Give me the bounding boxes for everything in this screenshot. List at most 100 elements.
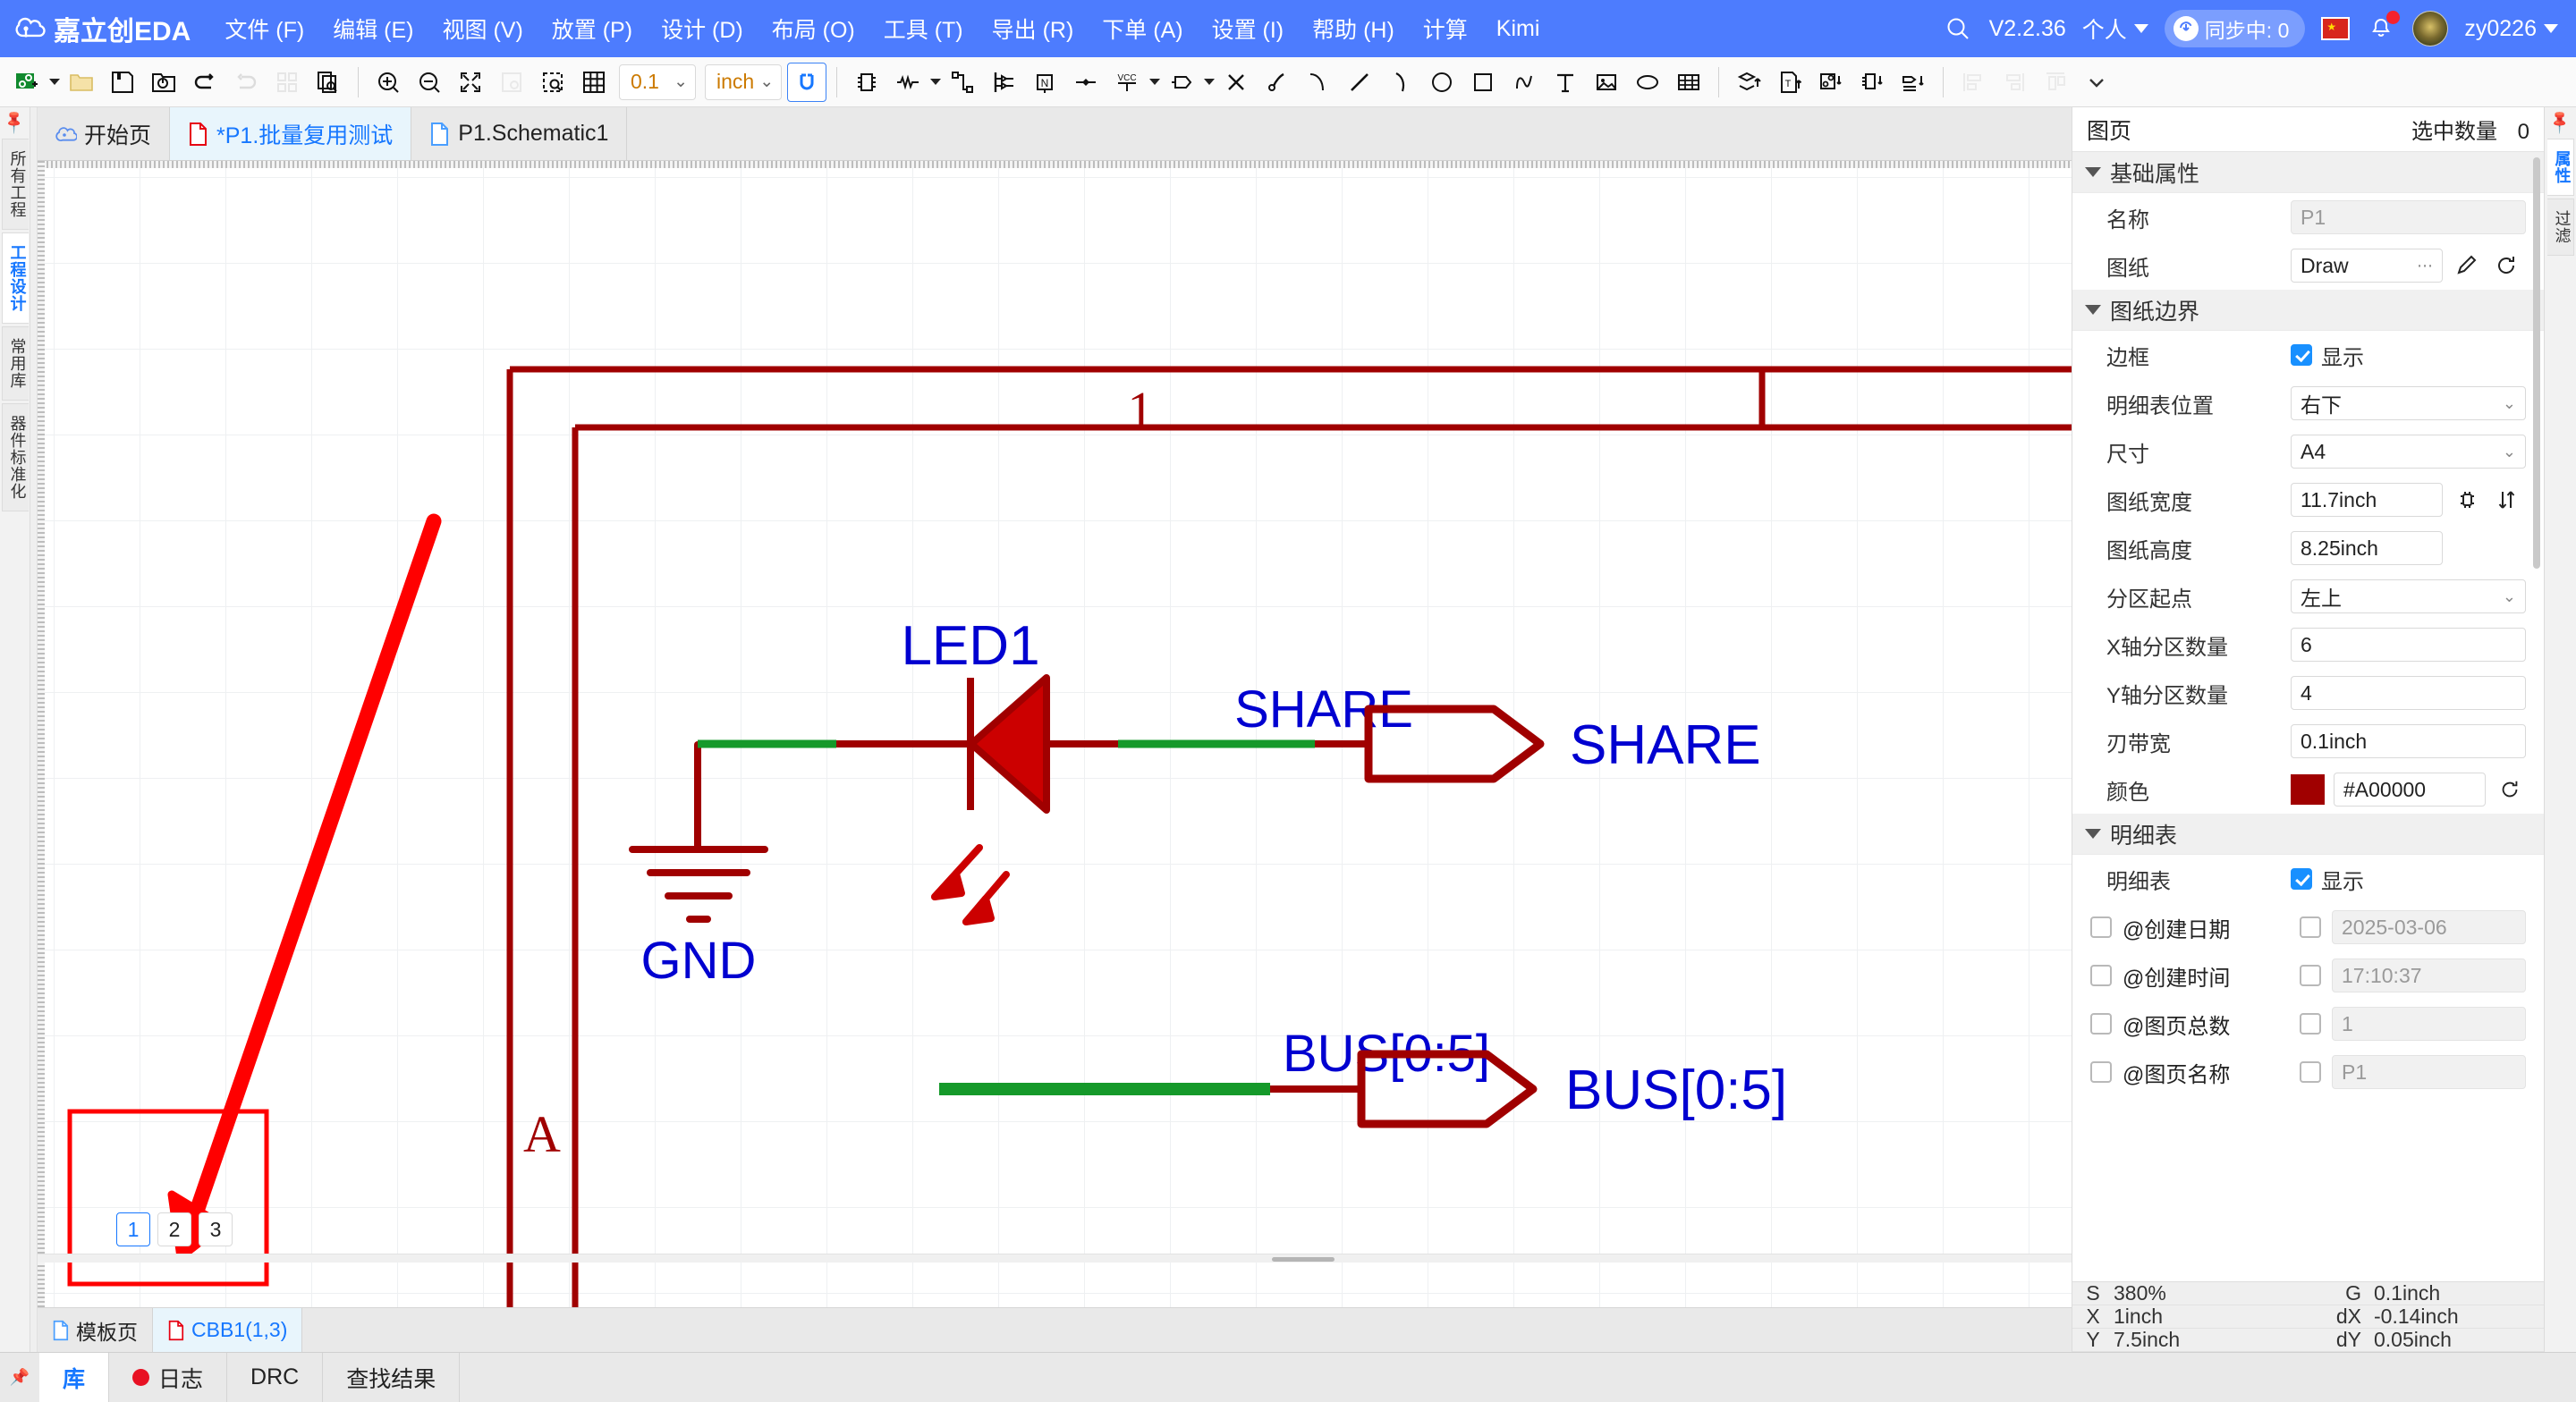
- detail-row-value-input[interactable]: P1: [2332, 1055, 2526, 1089]
- undo-icon[interactable]: [185, 63, 225, 102]
- brand[interactable]: 嘉立创EDA: [13, 9, 191, 48]
- sidebar-item-project-design[interactable]: 工程设计: [1, 232, 29, 324]
- netport-dropdown-icon[interactable]: [1204, 79, 1216, 85]
- menu-view[interactable]: 视图 (V): [428, 7, 538, 50]
- horizontal-scroll-thumb[interactable]: [1272, 1257, 1335, 1262]
- page-tab-cbb1[interactable]: CBB1(1,3): [153, 1308, 303, 1352]
- detail-row-right-checkbox[interactable]: [2300, 1061, 2321, 1083]
- account-type-selector[interactable]: 个人: [2082, 13, 2148, 45]
- section-sheet-border[interactable]: 图纸边界: [2072, 290, 2544, 331]
- page-search-icon[interactable]: [309, 63, 348, 102]
- refresh-icon[interactable]: [2491, 250, 2521, 281]
- zone-origin-select[interactable]: 左上 ⌄: [2291, 579, 2526, 613]
- bottom-tab-drc[interactable]: DRC: [227, 1353, 324, 1402]
- menu-help[interactable]: 帮助 (H): [1298, 7, 1409, 50]
- netport-icon[interactable]: [1162, 63, 1201, 102]
- fit-screen-icon[interactable]: [451, 63, 490, 102]
- menu-design[interactable]: 设计 (D): [647, 7, 758, 50]
- avatar[interactable]: [2412, 11, 2449, 46]
- detail-row-right-checkbox[interactable]: [2300, 916, 2321, 938]
- detail-row-left-checkbox[interactable]: [2090, 1013, 2112, 1035]
- select-area-icon[interactable]: [533, 63, 572, 102]
- rect-icon[interactable]: [1463, 63, 1503, 102]
- user-menu[interactable]: zy0226: [2464, 16, 2558, 42]
- curve-icon[interactable]: [1381, 63, 1420, 102]
- sheet-height-input[interactable]: 8.25inch: [2291, 531, 2443, 565]
- bus-entry-icon[interactable]: [984, 63, 1023, 102]
- horizontal-scrollbar[interactable]: [38, 1254, 2072, 1263]
- more-icon[interactable]: [2077, 63, 2116, 102]
- component-icon[interactable]: [847, 63, 886, 102]
- resistor-icon[interactable]: [888, 63, 928, 102]
- pin-icon[interactable]: 📌: [2546, 108, 2574, 136]
- detail-row-left-checkbox[interactable]: [2090, 916, 2112, 938]
- sheet-size-select[interactable]: A4 ⌄: [2291, 435, 2526, 469]
- x-zone-count-input[interactable]: 6: [2291, 628, 2526, 662]
- tab-start-page[interactable]: 开始页: [38, 107, 171, 160]
- resistor-dropdown-icon[interactable]: [930, 79, 942, 85]
- unit-select[interactable]: inch ⌄: [705, 63, 783, 100]
- menu-calc[interactable]: 计算: [1409, 7, 1482, 50]
- vcc-icon[interactable]: VCC: [1107, 63, 1147, 102]
- page-button-2[interactable]: 2: [157, 1212, 191, 1246]
- junction-icon[interactable]: [1066, 63, 1106, 102]
- notification-bell-icon[interactable]: [2366, 11, 2401, 44]
- lock-aspect-icon[interactable]: [2452, 485, 2482, 515]
- zoom-in-icon[interactable]: [369, 63, 408, 102]
- page-tab-template[interactable]: 模板页: [38, 1308, 153, 1352]
- detail-row-right-checkbox[interactable]: [2300, 965, 2321, 986]
- spline-icon[interactable]: [1504, 63, 1544, 102]
- update-text-icon[interactable]: T: [1770, 63, 1809, 102]
- refresh-icon[interactable]: [2495, 774, 2525, 805]
- properties-body[interactable]: 基础属性 名称 P1 图纸 Draw ⋯ 图纸边界 边框 显示 明细表位置 右下…: [2072, 152, 2544, 1281]
- menu-export[interactable]: 导出 (R): [978, 7, 1089, 50]
- grid-toggle-icon[interactable]: [574, 63, 614, 102]
- save-icon[interactable]: [103, 63, 142, 102]
- netlabel-icon[interactable]: N: [1025, 63, 1064, 102]
- update-component-icon[interactable]: [1852, 63, 1892, 102]
- properties-scrollbar[interactable]: [2533, 157, 2540, 569]
- pin-icon[interactable]: 📌: [1, 108, 29, 136]
- update-symbol-icon[interactable]: [1811, 63, 1851, 102]
- probe-icon[interactable]: [1258, 63, 1297, 102]
- new-project-icon[interactable]: [7, 63, 47, 102]
- flip-layer-icon[interactable]: [1729, 63, 1768, 102]
- ellipse-icon[interactable]: [1628, 63, 1667, 102]
- detail-row-value-input[interactable]: 1: [2332, 1007, 2526, 1041]
- circle-icon[interactable]: [1422, 63, 1462, 102]
- open-folder-icon[interactable]: [62, 63, 101, 102]
- bottom-tab-search-results[interactable]: 查找结果: [323, 1353, 461, 1402]
- tab-p1-schematic1[interactable]: P1.Schematic1: [411, 107, 628, 160]
- china-flag-icon[interactable]: ★: [2321, 17, 2351, 40]
- text-icon[interactable]: [1546, 63, 1585, 102]
- image-icon[interactable]: [1587, 63, 1626, 102]
- color-hex-input[interactable]: #A00000: [2334, 773, 2486, 807]
- wire-icon[interactable]: [943, 63, 982, 102]
- save-as-icon[interactable]: [144, 63, 183, 102]
- menu-place[interactable]: 放置 (P): [538, 7, 647, 50]
- right-rail-tab-filter[interactable]: 过滤: [2546, 198, 2574, 256]
- section-detail-table[interactable]: 明细表: [2072, 814, 2544, 855]
- vcc-dropdown-icon[interactable]: [1149, 79, 1161, 85]
- drawing-select[interactable]: Draw ⋯: [2291, 249, 2443, 283]
- band-width-input[interactable]: 0.1inch: [2291, 724, 2526, 758]
- detail-row-left-checkbox[interactable]: [2090, 1061, 2112, 1083]
- left-panel-resize-handle[interactable]: [30, 107, 38, 1352]
- bottom-tab-log[interactable]: 日志: [109, 1353, 228, 1402]
- detail-show-checkbox[interactable]: [2291, 868, 2312, 890]
- border-show-checkbox[interactable]: [2291, 344, 2312, 366]
- color-swatch[interactable]: [2291, 774, 2325, 805]
- tab-p1-batch-reuse-test[interactable]: *P1.批量复用测试: [170, 107, 412, 160]
- update-netport-icon[interactable]: [1894, 63, 1933, 102]
- schematic-canvas[interactable]: 1 A GND LED1 SHARE SHARE BUS[0:5] BUS[0:…: [45, 168, 2072, 1307]
- grid-size-select[interactable]: 0.1 ⌄: [619, 63, 696, 100]
- sidebar-item-component-standardization[interactable]: 器件标准化: [1, 403, 29, 511]
- page-button-3[interactable]: 3: [199, 1212, 233, 1246]
- sheet-width-input[interactable]: 11.7inch: [2291, 483, 2443, 517]
- detail-row-value-input[interactable]: 17:10:37: [2332, 959, 2526, 992]
- detail-row-value-input[interactable]: 2025-03-06: [2332, 910, 2526, 944]
- detail-position-select[interactable]: 右下 ⌄: [2291, 386, 2526, 420]
- page-button-1[interactable]: 1: [116, 1212, 150, 1246]
- pin-icon[interactable]: 📌: [0, 1353, 39, 1402]
- sidebar-item-common-library[interactable]: 常用库: [1, 326, 29, 401]
